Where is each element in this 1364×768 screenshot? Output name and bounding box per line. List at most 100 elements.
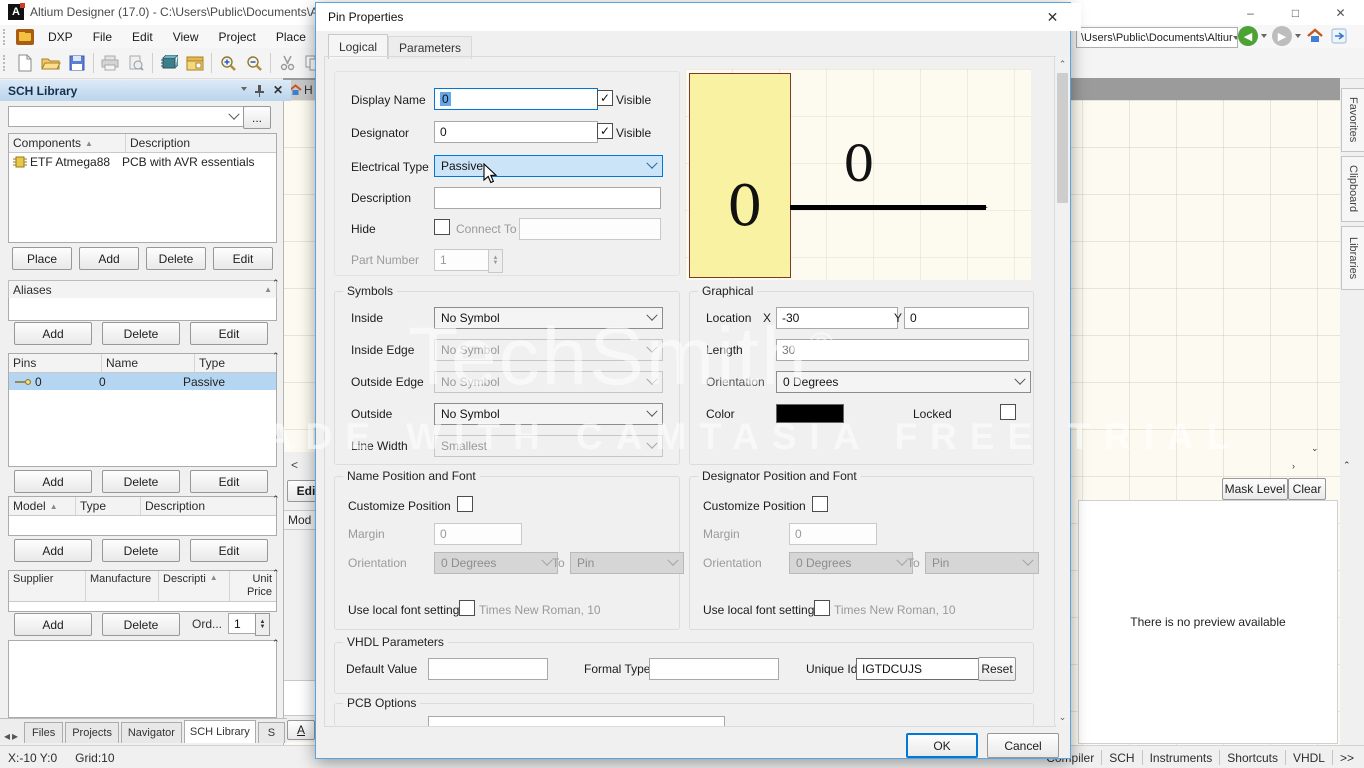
dialog-scrollbar[interactable]: ⌃ ⌄ — [1054, 57, 1070, 725]
hide-checkbox[interactable] — [434, 219, 450, 235]
pin-row-selected[interactable]: 0 0 Passive — [9, 373, 276, 390]
maximize-button[interactable]: □ — [1273, 0, 1318, 25]
component-delete-button[interactable]: Delete — [146, 247, 206, 270]
connect-to-input[interactable] — [519, 218, 661, 240]
aliases-list[interactable] — [8, 298, 277, 321]
col-unit-price[interactable]: Unit Price — [230, 571, 276, 601]
menu-project[interactable]: Project — [209, 27, 266, 47]
status-instruments[interactable]: Instruments — [1150, 751, 1213, 765]
tab-scroll-right-icon[interactable]: ▸ — [12, 729, 18, 743]
browse-component-button[interactable] — [156, 51, 182, 75]
col-model-type[interactable]: Type — [76, 497, 141, 515]
collapse-up-icon[interactable]: ⌃ — [272, 278, 280, 289]
description-input[interactable] — [434, 187, 661, 209]
collapse-up-icon[interactable]: ⌃ — [1343, 460, 1351, 471]
location-y-input[interactable]: 0 — [904, 307, 1029, 329]
tab-clipboard[interactable]: Clipboard — [1341, 156, 1364, 222]
part-number-input[interactable]: 1 — [434, 249, 494, 271]
status-sch[interactable]: SCH — [1109, 751, 1134, 765]
unique-id-input[interactable]: IGTDCUJS — [856, 658, 982, 680]
tab-files[interactable]: Files — [24, 722, 63, 743]
zoom-out-button[interactable] — [241, 51, 267, 75]
print-preview-button[interactable] — [123, 51, 149, 75]
browse-button[interactable]: ... — [243, 106, 271, 129]
tab-favorites[interactable]: Favorites — [1341, 88, 1364, 152]
pin-add-button[interactable]: Add — [14, 470, 92, 493]
close-button[interactable]: ✕ — [1318, 0, 1363, 25]
collapse-up-icon[interactable]: ⌃ — [272, 638, 280, 649]
col-model-desc[interactable]: Description — [141, 497, 276, 515]
scroll-right-icon[interactable]: › — [1292, 461, 1295, 471]
name-margin-input[interactable]: 0 — [434, 523, 522, 545]
inside-edge-dropdown[interactable]: No Symbol — [434, 339, 663, 361]
place-button[interactable]: Place — [12, 247, 72, 270]
desig-font-checkbox[interactable] — [814, 600, 830, 616]
menu-edit[interactable]: Edit — [122, 27, 163, 47]
refresh-button[interactable] — [1330, 27, 1348, 45]
electrical-type-dropdown[interactable]: Passive — [434, 155, 663, 177]
collapse-up-icon[interactable]: ⌃ — [272, 568, 280, 579]
part-number-stepper[interactable]: ▲▼ — [488, 249, 503, 273]
pin-panel-icon[interactable] — [254, 84, 265, 97]
menu-place[interactable]: Place — [266, 27, 316, 47]
inside-dropdown[interactable]: No Symbol — [434, 307, 663, 329]
minimize-button[interactable]: – — [1228, 0, 1273, 25]
dialog-close-icon[interactable]: ✕ — [1036, 3, 1069, 31]
status-more[interactable]: >> — [1340, 751, 1354, 765]
back-dropdown-icon[interactable] — [1261, 34, 1267, 38]
order-stepper[interactable]: ▲▼ — [255, 613, 270, 636]
col-manufacturer[interactable]: Manufacture — [86, 571, 159, 601]
col-pins[interactable]: Pins — [9, 354, 102, 372]
desig-to-dropdown[interactable]: Pin — [925, 552, 1039, 574]
alias-edit-button[interactable]: Edit — [190, 322, 268, 345]
location-x-input[interactable]: -30 — [776, 307, 898, 329]
locked-checkbox[interactable] — [1000, 404, 1016, 420]
col-name[interactable]: Name — [102, 354, 195, 372]
tab-projects[interactable]: Projects — [65, 722, 119, 743]
display-name-input[interactable]: 0 — [434, 88, 598, 110]
alias-add-button[interactable]: Add — [14, 322, 92, 345]
designator-visible-checkbox[interactable]: ✓ — [597, 123, 613, 139]
clear-button[interactable]: Clear — [1288, 478, 1326, 500]
zoom-in-button[interactable] — [215, 51, 241, 75]
reset-button[interactable]: Reset — [978, 657, 1016, 681]
print-button[interactable] — [97, 51, 123, 75]
component-filter-combobox[interactable] — [8, 106, 244, 127]
new-document-button[interactable] — [12, 51, 38, 75]
address-combobox[interactable]: \Users\Public\Documents\Altiur — [1076, 27, 1238, 48]
line-width-dropdown[interactable]: Smallest — [434, 435, 663, 457]
menu-file[interactable]: File — [83, 27, 122, 47]
collapse-up-icon[interactable]: ⌃ — [272, 351, 280, 362]
a-button-fragment[interactable]: A — [287, 720, 315, 740]
aliases-header[interactable]: Aliases▲ — [8, 280, 277, 299]
default-value-input[interactable] — [428, 658, 548, 680]
outside-dropdown[interactable]: No Symbol — [434, 403, 663, 425]
desig-margin-input[interactable]: 0 — [789, 523, 877, 545]
home-button[interactable] — [1306, 27, 1324, 45]
scroll-up-icon[interactable]: ⌃ — [1055, 57, 1070, 72]
tab-navigator[interactable]: Navigator — [121, 722, 182, 743]
name-to-dropdown[interactable]: Pin — [570, 552, 684, 574]
orientation-dropdown[interactable]: 0 Degrees — [776, 371, 1031, 393]
col-supplier[interactable]: Supplier — [9, 571, 86, 601]
cancel-button[interactable]: Cancel — [987, 733, 1059, 758]
name-font-checkbox[interactable] — [459, 600, 475, 616]
tab-schlib-doc[interactable]: S — [258, 722, 285, 743]
col-description[interactable]: Description — [126, 134, 276, 152]
scroll-down-icon[interactable]: ⌄ — [1311, 443, 1319, 454]
collapse-arrow[interactable]: < — [291, 458, 315, 472]
menu-dxp[interactable]: DXP — [38, 27, 83, 47]
panels-button[interactable] — [182, 51, 208, 75]
outside-edge-dropdown[interactable]: No Symbol — [434, 371, 663, 393]
display-name-visible-checkbox[interactable]: ✓ — [597, 90, 613, 106]
model-add-button[interactable]: Add — [14, 539, 92, 562]
panel-menu-icon[interactable] — [241, 87, 247, 91]
open-button[interactable] — [38, 51, 64, 75]
mask-level-button[interactable]: Mask Level — [1222, 478, 1288, 500]
pin-delete-button[interactable]: Delete — [102, 470, 180, 493]
pcb-clipped-input[interactable] — [428, 716, 725, 726]
col-type[interactable]: Type — [195, 354, 276, 372]
collapse-up-icon[interactable]: ⌃ — [272, 494, 280, 505]
status-shortcuts[interactable]: Shortcuts — [1227, 751, 1278, 765]
model-delete-button[interactable]: Delete — [102, 539, 180, 562]
